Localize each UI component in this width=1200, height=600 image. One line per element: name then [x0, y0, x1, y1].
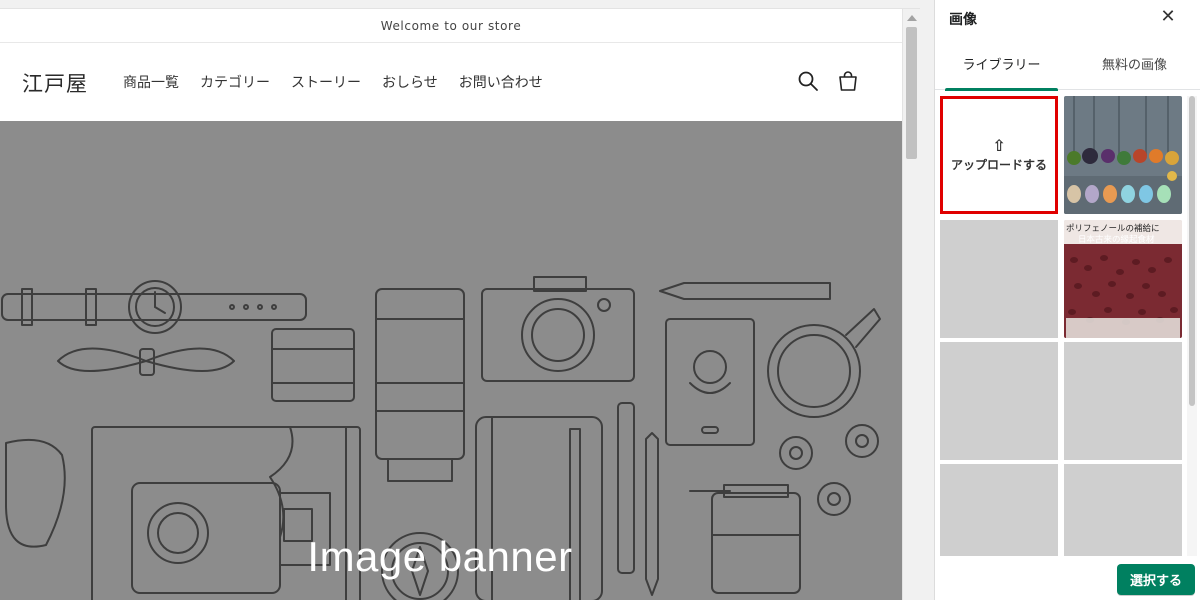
banner-illustration	[1, 276, 881, 600]
nav-item-news[interactable]: おしらせ	[382, 72, 438, 92]
panel-scrollbar[interactable]	[1187, 96, 1197, 556]
nav-item-story[interactable]: ストーリー	[291, 72, 361, 92]
image-placeholder[interactable]	[1064, 342, 1182, 460]
store-logo[interactable]: 江戸屋	[22, 68, 88, 98]
main-nav: 商品一覧 カテゴリー ストーリー おしらせ お問い合わせ	[123, 72, 543, 92]
panel-tabs: ライブラリー 無料の画像	[935, 42, 1200, 91]
select-button[interactable]: 選択する	[1117, 564, 1195, 595]
image-banner: Image banner	[0, 121, 902, 600]
upload-icon: ⇧	[992, 135, 1006, 155]
preview-scrollbar[interactable]	[902, 9, 920, 600]
nav-item-categories[interactable]: カテゴリー	[200, 72, 270, 92]
nav-item-products[interactable]: 商品一覧	[123, 72, 179, 92]
vegetables-image	[1064, 96, 1182, 214]
panel-scroll-thumb[interactable]	[1189, 96, 1195, 406]
image-grid: ⇧ アップロードする ポリフェノールの補給に 日本古来の縁起食材	[940, 96, 1182, 556]
image-placeholder[interactable]	[940, 220, 1058, 338]
app-root: Welcome to our store 江戸屋 商品一覧 カテゴリー ストーリ…	[0, 0, 1200, 600]
upload-label: アップロードする	[950, 157, 1047, 172]
announcement-bar: Welcome to our store	[0, 9, 902, 43]
image-picker-panel: 画像 ✕ ライブラリー 無料の画像 ⇧ アップロードする ポリフェノールの補給に…	[934, 0, 1200, 600]
store-header: 江戸屋 商品一覧 カテゴリー ストーリー おしらせ お問い合わせ	[0, 44, 902, 121]
scroll-up-arrow[interactable]	[907, 15, 917, 21]
image-placeholder[interactable]	[940, 342, 1058, 460]
tab-library[interactable]: ライブラリー	[935, 42, 1068, 91]
image-thumbnail[interactable]	[1064, 96, 1182, 214]
red-beans-image: ポリフェノールの補給に 日本古来の縁起食材	[1064, 220, 1182, 338]
thumb-caption-1: ポリフェノールの補給に	[1066, 223, 1160, 234]
tab-free-images[interactable]: 無料の画像	[1068, 42, 1200, 90]
scroll-thumb[interactable]	[906, 27, 917, 159]
panel-title: 画像	[949, 12, 977, 28]
thumb-caption-2: 日本古来の縁起食材	[1078, 234, 1155, 245]
image-placeholder[interactable]	[940, 464, 1058, 556]
image-placeholder[interactable]	[1064, 464, 1182, 556]
cart-icon[interactable]	[836, 69, 860, 93]
nav-item-contact[interactable]: お問い合わせ	[459, 72, 543, 92]
search-icon[interactable]	[796, 69, 820, 93]
banner-title: Image banner	[307, 533, 573, 580]
upload-button[interactable]: ⇧ アップロードする	[940, 96, 1058, 214]
close-icon[interactable]: ✕	[1157, 6, 1179, 28]
image-thumbnail[interactable]: ポリフェノールの補給に 日本古来の縁起食材	[1064, 220, 1182, 338]
store-preview: Welcome to our store 江戸屋 商品一覧 カテゴリー ストーリ…	[0, 8, 920, 600]
